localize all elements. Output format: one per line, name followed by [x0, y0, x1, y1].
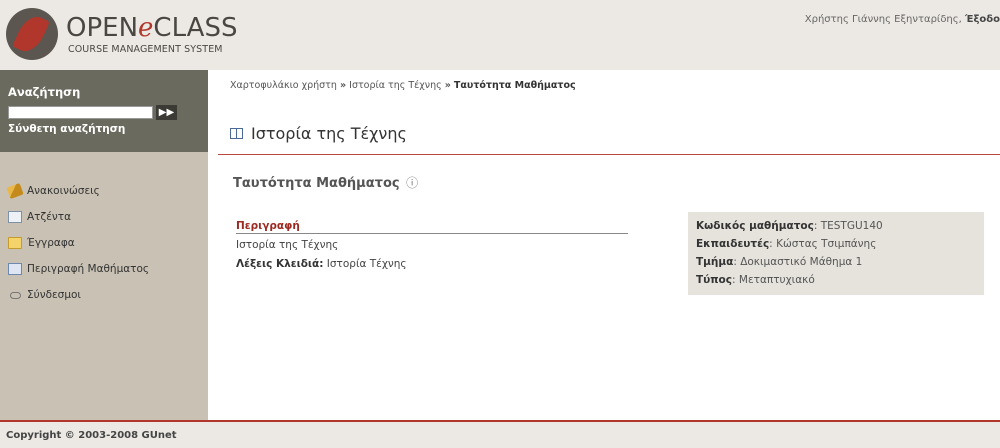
- link-icon: [10, 291, 21, 299]
- info-row-instructor: Εκπαιδευτές: Κώστας Τσιμπάνης: [696, 238, 877, 250]
- sidebar-item-calendar[interactable]: Ατζέντα: [8, 204, 149, 230]
- sidebar-item-label: Ατζέντα: [27, 211, 71, 223]
- breadcrumb-current: Ταυτότητα Μαθήματος: [453, 80, 576, 91]
- sidebar-item-label: Σύνδεσμοι: [27, 289, 81, 301]
- page-title: Ιστορία της Τέχνης: [230, 124, 407, 143]
- description-divider: [236, 233, 628, 234]
- book-icon: [230, 128, 243, 139]
- section-title-text: Ταυτότητα Μαθήματος: [233, 176, 400, 191]
- instructor-value: Κώστας Τσιμπάνης: [776, 238, 877, 250]
- logo-mark-icon: [6, 8, 58, 60]
- section-title: Ταυτότητα Μαθήματος ⓘ: [233, 174, 418, 191]
- course-info-box: Κωδικός μαθήματος: TESTGU140 Εκπαιδευτές…: [688, 212, 984, 295]
- user-bar: Χρήστης Γιάννης Εξηνταρίδης, Έξοδο: [805, 14, 1000, 25]
- breadcrumb-separator: »: [339, 80, 347, 91]
- logo-title: OPENeCLASS: [66, 13, 238, 43]
- sidebar: Αναζήτηση ▶▶ Σύνθετη αναζήτηση Ανακοινώσ…: [0, 70, 208, 420]
- advanced-search-link[interactable]: Σύνθετη αναζήτηση: [8, 123, 125, 135]
- search-panel: Αναζήτηση ▶▶ Σύνθετη αναζήτηση: [0, 70, 208, 152]
- course-tools-menu: Ανακοινώσεις Ατζέντα Έγγραφα Περιγραφή Μ…: [6, 178, 149, 308]
- sidebar-item-announcements[interactable]: Ανακοινώσεις: [6, 178, 149, 204]
- breadcrumb-course-link[interactable]: Ιστορία της Τέχνης: [349, 80, 442, 91]
- course-code-value: TESTGU140: [820, 220, 883, 232]
- search-input[interactable]: [8, 106, 153, 119]
- info-row-department: Τμήμα: Δοκιμαστικό Μάθημα 1: [696, 256, 863, 268]
- sidebar-item-label: Έγγραφα: [27, 237, 75, 249]
- openeclass-logo[interactable]: OPENeCLASS COURSE MANAGEMENT SYSTEM: [6, 8, 246, 60]
- folder-icon: [8, 237, 22, 249]
- title-divider: [218, 154, 1000, 155]
- breadcrumb: Χαρτοφυλάκιο χρήστη » Ιστορία της Τέχνης…: [230, 80, 576, 91]
- footer: Copyright © 2003-2008 GUnet: [0, 422, 1000, 448]
- header: OPENeCLASS COURSE MANAGEMENT SYSTEM Χρήσ…: [0, 0, 1000, 70]
- search-go-button[interactable]: ▶▶: [156, 105, 177, 120]
- description-text: Ιστορία της Τέχνης: [236, 239, 339, 251]
- description-heading: Περιγραφή: [236, 220, 300, 232]
- logout-link[interactable]: Έξοδο: [965, 14, 1000, 25]
- info-row-type: Τύπος: Μεταπτυχιακό: [696, 274, 815, 286]
- sidebar-item-label: Περιγραφή Μαθήματος: [27, 263, 150, 275]
- keywords: Λέξεις Κλειδιά: Ιστορία Τέχνης: [236, 258, 407, 270]
- keywords-label: Λέξεις Κλειδιά:: [236, 258, 324, 270]
- sidebar-item-documents[interactable]: Έγγραφα: [8, 230, 149, 256]
- sidebar-item-course-description[interactable]: Περιγραφή Μαθήματος: [8, 256, 149, 282]
- description-icon: [8, 263, 22, 275]
- logo-subtitle: COURSE MANAGEMENT SYSTEM: [68, 44, 223, 55]
- keywords-value: Ιστορία Τέχνης: [326, 258, 407, 270]
- course-title-text: Ιστορία της Τέχνης: [251, 124, 407, 143]
- help-icon[interactable]: ⓘ: [406, 176, 418, 190]
- calendar-icon: [8, 211, 22, 223]
- breadcrumb-portfolio-link[interactable]: Χαρτοφυλάκιο χρήστη: [230, 80, 337, 91]
- announcements-icon: [6, 182, 24, 200]
- course-type-value: Μεταπτυχιακό: [738, 274, 815, 286]
- user-name: Χρήστης Γιάννης Εξηνταρίδης,: [804, 14, 962, 25]
- sidebar-item-links[interactable]: Σύνδεσμοι: [8, 282, 149, 308]
- search-label: Αναζήτηση: [8, 85, 81, 99]
- department-value: Δοκιμαστικό Μάθημα 1: [740, 256, 863, 268]
- breadcrumb-separator: »: [444, 80, 451, 91]
- sidebar-item-label: Ανακοινώσεις: [27, 185, 100, 197]
- info-row-code: Κωδικός μαθήματος: TESTGU140: [696, 220, 883, 232]
- copyright-text: Copyright © 2003-2008 GUnet: [6, 430, 177, 441]
